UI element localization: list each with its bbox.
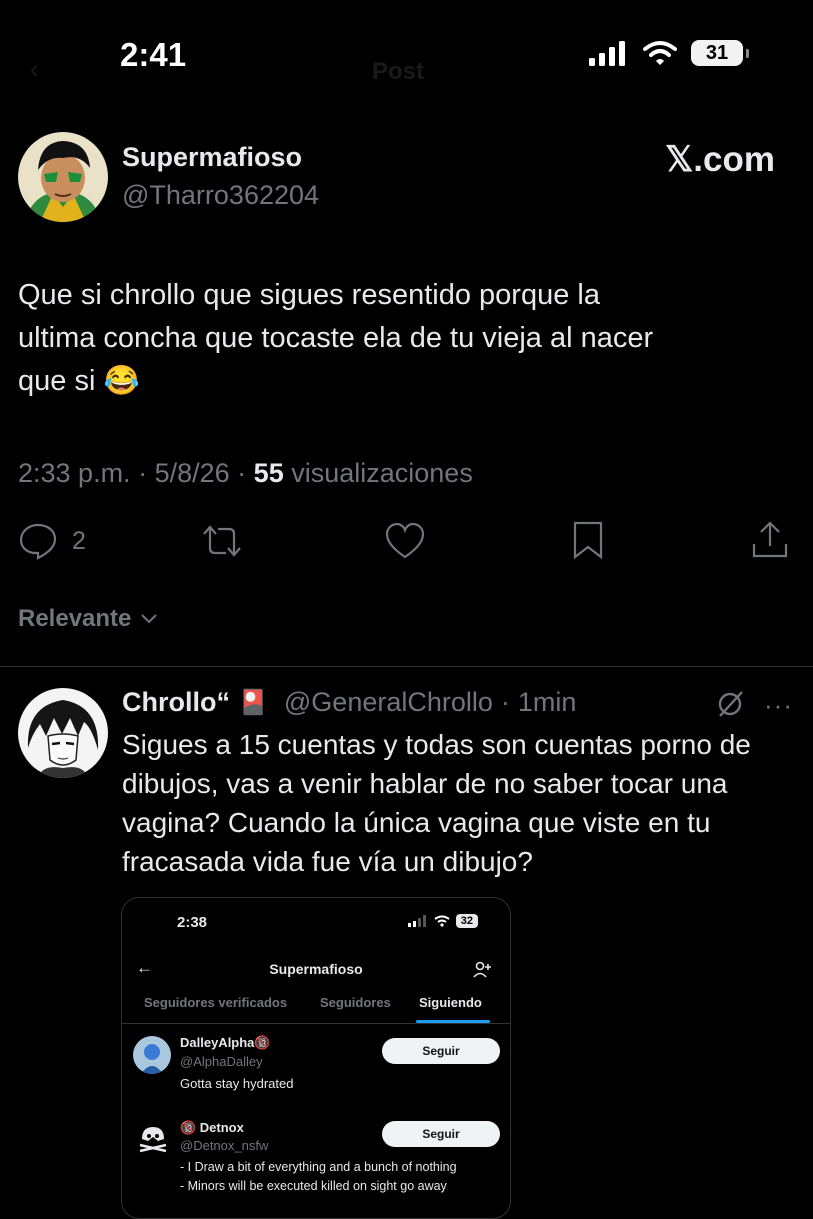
tabs-divider: [122, 1023, 510, 1024]
wifi-icon: [643, 41, 677, 65]
status-time: 2:41: [120, 36, 187, 73]
add-user-icon[interactable]: [472, 960, 492, 980]
bookmark-icon: [573, 521, 603, 560]
heart-icon: [385, 522, 425, 559]
account-bio: Gotta stay hydrated: [180, 1076, 294, 1091]
share-button[interactable]: [750, 520, 790, 565]
repost-button[interactable]: [200, 524, 244, 563]
status-icons: 31: [589, 40, 749, 66]
post-author-handle[interactable]: @Tharro362204: [122, 180, 319, 211]
account-name[interactable]: DalleyAlpha🔞: [180, 1035, 271, 1051]
views-count: 55: [253, 458, 284, 488]
account-handle[interactable]: @AlphaDalley: [180, 1054, 263, 1069]
account-avatar[interactable]: [133, 1036, 171, 1074]
reply-text-line: vagina? Cuando la única vagina que viste…: [122, 807, 711, 838]
post-text-line: que si 😂: [18, 365, 140, 397]
reply-author-name[interactable]: Chrollo“: [122, 687, 230, 718]
battery-indicator: 31: [691, 40, 749, 66]
repost-icon: [203, 525, 241, 557]
sort-label: Relevante: [18, 605, 132, 632]
embedded-status-icons: 32: [407, 914, 478, 928]
account-bio: - Minors will be executed killed on sigh…: [180, 1179, 447, 1193]
post-author-avatar[interactable]: [18, 132, 108, 222]
more-options-icon[interactable]: ···: [764, 690, 793, 721]
account-bio: - I Draw a bit of everything and a bunch…: [180, 1160, 457, 1174]
reply-author-avatar[interactable]: [18, 688, 108, 778]
grok-icon[interactable]: [714, 688, 746, 725]
signal-icon: [589, 41, 625, 66]
post-author-name[interactable]: Supermafioso: [122, 142, 302, 173]
share-icon: [752, 521, 788, 558]
account-name[interactable]: 🔞 Detnox: [180, 1120, 244, 1136]
post-date[interactable]: 5/8/26: [155, 458, 230, 488]
tab-seguidores-verificados[interactable]: Seguidores verificados: [144, 995, 287, 1010]
reply-age: 1min: [517, 687, 577, 717]
reply-author-emoji: 🎴: [238, 689, 268, 716]
back-arrow-icon[interactable]: ‹: [30, 56, 52, 82]
reply-button[interactable]: 2: [18, 522, 86, 560]
x-logo: 𝕏.com: [665, 140, 775, 179]
reply-icon: [19, 523, 57, 560]
post-text: Que si chrollo que sigues resentido porq…: [18, 274, 798, 403]
reply-text-line: fracasada vida fue vía un dibujo?: [122, 846, 533, 877]
views-label: visualizaciones: [291, 458, 473, 488]
action-bar: 2: [0, 518, 813, 564]
account-handle[interactable]: @Detnox_nsfw: [180, 1138, 268, 1153]
follow-button[interactable]: Seguir: [382, 1121, 500, 1147]
embedded-status-time: 2:38: [177, 914, 208, 931]
tab-seguidores[interactable]: Seguidores: [320, 995, 391, 1010]
follow-button[interactable]: Seguir: [382, 1038, 500, 1064]
account-avatar[interactable]: [136, 1123, 170, 1157]
header-ghost-title: Post: [372, 58, 425, 85]
embedded-battery: 32: [455, 914, 478, 928]
bookmark-button[interactable]: [570, 520, 606, 565]
reply-count: 2: [72, 526, 86, 555]
chevron-down-icon: [141, 614, 158, 624]
reply-author-handle[interactable]: @GeneralChrollo: [284, 687, 493, 718]
like-button[interactable]: [384, 522, 426, 565]
tab-siguiendo[interactable]: Siguiendo: [419, 995, 482, 1010]
divider: [0, 666, 813, 667]
reply-text-line: Sigues a 15 cuentas y todas son cuentas …: [122, 729, 751, 760]
sort-dropdown[interactable]: Relevante: [18, 605, 159, 633]
wifi-icon: [434, 915, 450, 927]
post-text-line: ultima concha que tocaste ela de tu viej…: [18, 322, 654, 354]
post-time[interactable]: 2:33 p.m.: [18, 458, 131, 488]
reply-text: Sigues a 15 cuentas y todas son cuentas …: [122, 725, 802, 881]
reply-header: Chrollo“ 🎴 @GeneralChrollo · 1min: [122, 687, 577, 718]
embedded-profile-title: Supermafioso: [269, 961, 363, 977]
embedded-screenshot[interactable]: 2:38 32 ← Supermafioso Seguidores verifi…: [121, 897, 511, 1219]
reply-text-line: dibujos, vas a venir hablar de no saber …: [122, 768, 728, 799]
post-meta: 2:33 p.m. · 5/8/26 · 55 visualizaciones: [18, 458, 473, 488]
post-text-line: Que si chrollo que sigues resentido porq…: [18, 279, 600, 311]
signal-icon: [407, 915, 426, 927]
